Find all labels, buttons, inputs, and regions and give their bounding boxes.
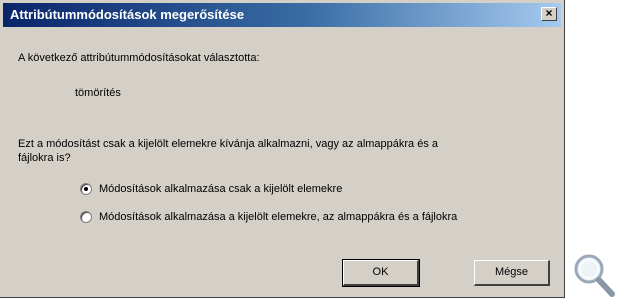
question-line-2: fájlokra is? <box>18 152 71 164</box>
confirm-attribute-changes-dialog: Attribútummódosítások megerősítése × A k… <box>0 0 565 298</box>
intro-text: A következő attribútummódosításokat vála… <box>18 52 260 64</box>
radio-option-selected-only[interactable]: Módosítások alkalmazása csak a kijelölt … <box>80 181 342 197</box>
magnifier-icon[interactable] <box>572 252 616 298</box>
radio-option-subfolders[interactable]: Módosítások alkalmazása a kijelölt eleme… <box>80 209 457 225</box>
radio-label: Módosítások alkalmazása csak a kijelölt … <box>99 183 343 195</box>
close-button[interactable]: × <box>541 7 557 21</box>
dialog-title: Attribútummódosítások megerősítése <box>10 7 245 22</box>
radio-label: Módosítások alkalmazása a kijelölt eleme… <box>99 211 458 223</box>
radio-button-unchecked[interactable] <box>80 211 92 223</box>
ok-button[interactable]: OK <box>342 259 420 287</box>
question-line-1: Ezt a módosítást csak a kijelölt elemekr… <box>18 138 439 150</box>
selected-change-text: tömörítés <box>75 87 121 99</box>
radio-button-checked[interactable] <box>80 183 92 195</box>
cancel-button[interactable]: Mégse <box>474 260 550 286</box>
title-bar[interactable]: Attribútummódosítások megerősítése × <box>3 3 561 27</box>
